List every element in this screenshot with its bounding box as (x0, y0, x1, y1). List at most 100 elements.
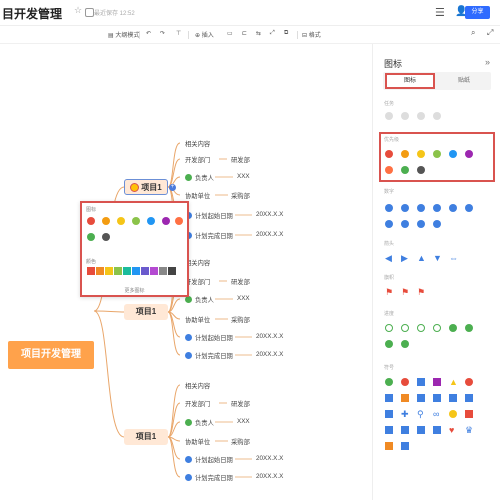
priority-badge-icon[interactable] (130, 183, 140, 193)
alert-icon[interactable]: ▲ (449, 378, 458, 387)
link-icon[interactable]: ∞ (433, 410, 441, 419)
close-icon[interactable]: » (485, 57, 490, 67)
shop-icon[interactable] (385, 426, 393, 434)
arrow-left-icon[interactable]: ◀ (385, 254, 393, 263)
branch-topic[interactable]: 项目1 (124, 429, 168, 445)
subtopic-value[interactable]: 采购部 (231, 315, 250, 324)
priority-4-icon[interactable] (433, 150, 441, 158)
thumb-up-icon[interactable] (401, 426, 409, 434)
subtopic-label[interactable]: 开发部门 (185, 399, 210, 408)
branch-topic[interactable]: 项目1 (124, 179, 168, 195)
menu-icon[interactable]: ☰ (435, 6, 445, 19)
number-3-icon[interactable] (417, 204, 425, 212)
priority-4-icon[interactable] (132, 217, 140, 225)
subtopic-label[interactable]: 计划完成日期 (195, 231, 233, 240)
subtopic-label[interactable]: 负责人 (195, 173, 214, 182)
number-5-icon[interactable] (449, 204, 457, 212)
topic-icon[interactable]: ▭ (227, 30, 233, 37)
progress-icon[interactable] (401, 340, 409, 348)
number-4-icon[interactable] (433, 204, 441, 212)
subtopic-value[interactable]: 研发部 (231, 155, 250, 164)
priority-5-icon[interactable] (147, 217, 155, 225)
heart-icon[interactable]: ♥ (449, 426, 457, 435)
color-swatch[interactable] (168, 267, 176, 275)
progress-icon[interactable] (449, 324, 457, 332)
number-6-icon[interactable] (465, 204, 473, 212)
task-icon[interactable] (401, 112, 409, 120)
progress-icon[interactable] (433, 324, 441, 332)
cart-icon[interactable] (385, 442, 393, 450)
more-icons-link[interactable]: 更多图标 (82, 287, 187, 294)
progress-icon[interactable] (417, 324, 425, 332)
priority-8-icon[interactable] (401, 166, 409, 174)
subtopic-value[interactable]: 20XX.X.X (256, 473, 283, 480)
branch-topic[interactable]: 项目1 (124, 304, 168, 320)
subtopic-label[interactable]: 计划起始日期 (195, 211, 233, 220)
priority-3-icon[interactable] (117, 217, 125, 225)
subtopic-value[interactable]: 研发部 (231, 277, 250, 286)
priority-6-icon[interactable] (465, 150, 473, 158)
task-icon[interactable] (417, 112, 425, 120)
priority-9-icon[interactable] (102, 233, 110, 241)
arrow-right-icon[interactable]: ▶ (401, 254, 409, 263)
number-2-icon[interactable] (401, 204, 409, 212)
priority-1-icon[interactable] (385, 150, 393, 158)
arrow-up-icon[interactable]: ▲ (417, 254, 426, 263)
subtopic-value[interactable]: 20XX.X.X (256, 211, 283, 218)
crown-icon[interactable]: ♛ (465, 426, 473, 435)
root-topic[interactable]: 项目开发管理 (8, 341, 94, 369)
people-icon[interactable] (449, 394, 457, 402)
arrow-down-icon[interactable]: ▼ (433, 254, 442, 263)
share-button[interactable]: 分享 (465, 6, 490, 19)
priority-2-icon[interactable] (401, 150, 409, 158)
undo-icon[interactable]: ↶ (146, 30, 151, 37)
priority-5-icon[interactable] (449, 150, 457, 158)
number-1-icon[interactable] (385, 204, 393, 212)
color-swatch[interactable] (114, 267, 122, 275)
document-title[interactable]: 目开发管理 (2, 5, 62, 22)
color-swatch[interactable] (105, 267, 113, 275)
number-10-icon[interactable] (433, 220, 441, 228)
subtopic-label[interactable]: 协助单位 (185, 315, 210, 324)
priority-7-icon[interactable] (385, 166, 393, 174)
folder-icon[interactable] (85, 8, 94, 17)
priority-2-icon[interactable] (102, 217, 110, 225)
relation-icon[interactable]: ⇆ (256, 30, 261, 37)
subtopic-value[interactable]: 采购部 (231, 437, 250, 446)
star-icon[interactable]: ☆ (74, 5, 83, 15)
subtopic-value[interactable]: XXX (237, 418, 250, 425)
calendar-icon[interactable] (401, 394, 409, 402)
flag-icon[interactable]: ⚑ (401, 288, 409, 297)
check-icon[interactable] (385, 378, 393, 386)
number-9-icon[interactable] (417, 220, 425, 228)
subtopic-label[interactable]: 计划完成日期 (195, 473, 233, 482)
thumb-down-icon[interactable] (417, 426, 425, 434)
color-swatch[interactable] (159, 267, 167, 275)
subtopic-label[interactable]: 计划完成日期 (195, 351, 233, 360)
collapse-toggle-icon[interactable]: + (169, 184, 176, 191)
subtopic-icon[interactable]: ⊏ (242, 30, 247, 37)
warning-icon[interactable] (433, 378, 441, 386)
trash-icon[interactable] (465, 410, 473, 418)
tab-icons[interactable]: 图标 (385, 73, 435, 89)
home-icon[interactable] (385, 394, 393, 402)
subtopic-label[interactable]: 协助单位 (185, 191, 210, 200)
link-icon[interactable]: ⤢ (270, 30, 275, 37)
doc-icon[interactable] (401, 442, 409, 450)
subtopic-label[interactable]: 相关内容 (185, 381, 210, 390)
star-icon[interactable] (417, 378, 425, 386)
color-swatch[interactable] (141, 267, 149, 275)
info-icon[interactable] (465, 378, 473, 386)
subtopic-value[interactable]: 采购部 (231, 191, 250, 200)
subtopic-value[interactable]: 研发部 (231, 399, 250, 408)
image-icon[interactable]: ⧉ (284, 30, 288, 37)
task-icon[interactable] (385, 112, 393, 120)
priority-3-icon[interactable] (417, 150, 425, 158)
subtopic-value[interactable]: XXX (237, 173, 250, 180)
subtopic-label[interactable]: 开发部门 (185, 155, 210, 164)
cross-icon[interactable] (401, 378, 409, 386)
outline-mode-button[interactable]: ▤ 大纲模式 (108, 30, 139, 39)
tab-stickers[interactable]: 贴纸 (439, 75, 489, 87)
chart-icon[interactable] (465, 394, 473, 402)
redo-icon[interactable]: ↷ (160, 30, 165, 37)
